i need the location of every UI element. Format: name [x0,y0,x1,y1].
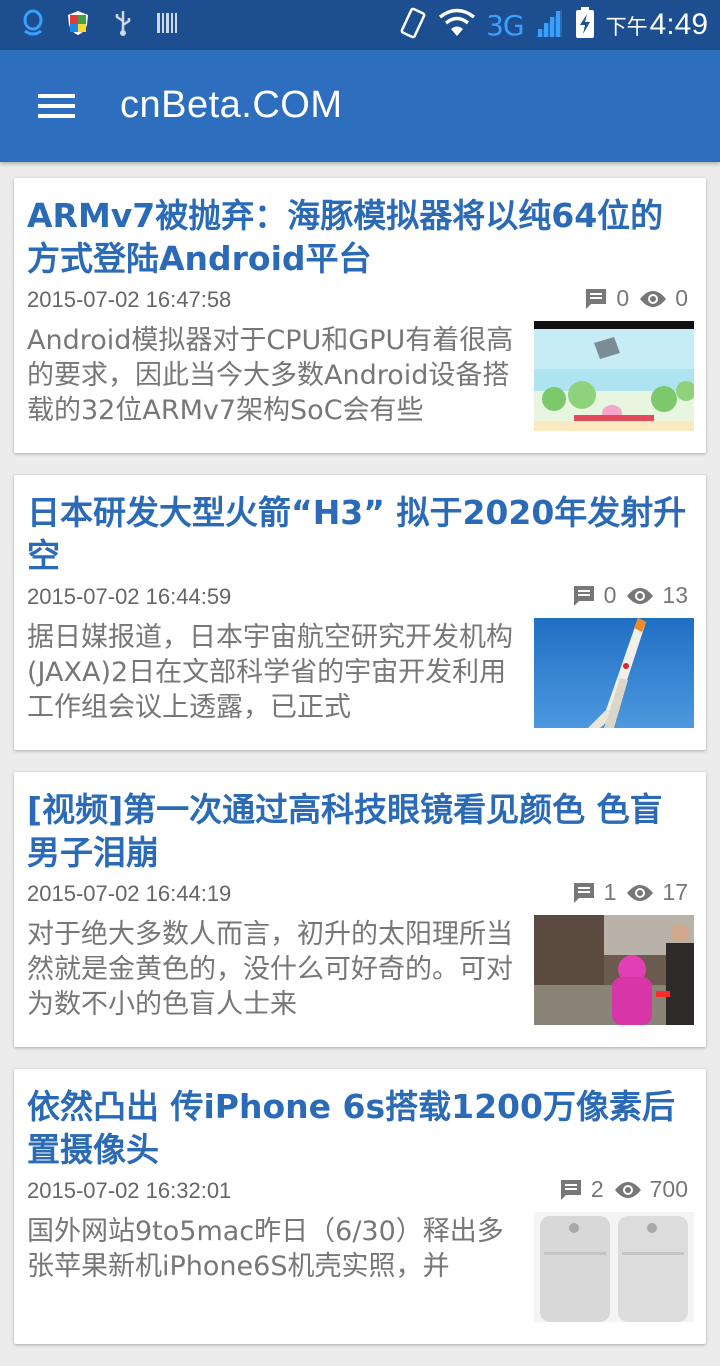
menu-button[interactable] [28,80,84,132]
network-type-label: 3G [486,8,525,42]
article-title[interactable]: 日本研发大型火箭“H3” 拟于2020年发射升空 [27,491,695,577]
status-bar: 3G 下午4:49 [0,0,720,50]
comment-count: 0 [616,285,630,311]
hamburger-line [38,114,75,118]
wifi-icon [438,8,476,42]
article-timestamp: 2015-07-02 16:44:19 [27,881,232,906]
signal-icon [534,7,564,43]
view-count: 0 [675,285,688,311]
shield-icon [66,9,90,41]
article-feed: ARMv7被抛弃：海豚模拟器将以纯64位的方式登陆Android平台 2015-… [14,178,706,1366]
eye-icon [627,884,654,901]
article-summary: 对于绝大多数人而言，初升的太阳理所当然就是金黄色的，没什么可好奇的。可对为数不小… [27,919,513,1020]
article-summary: 据日媒报道，日本宇宙航空研究开发机构(JAXA)2日在文部科学省的宇宙开发利用工… [27,622,513,723]
article-card[interactable]: 依然凸出 传iPhone 6s搭载1200万像素后置摄像头 2015-07-02… [14,1069,706,1344]
usb-icon [112,9,134,41]
article-stats: 0 0 [584,285,688,312]
status-clock: 下午4:49 [605,8,708,41]
battery-charging-icon [574,6,596,44]
article-card[interactable]: 日本研发大型火箭“H3” 拟于2020年发射升空 2015-07-02 16:4… [14,475,706,750]
article-thumbnail-people-photo[interactable] [534,915,694,1025]
article-thumbnail-iphone-case-photo[interactable] [534,1212,694,1322]
vibrate-icon [398,6,428,44]
hamburger-menu-icon [38,94,75,98]
comment-icon [586,288,607,309]
comment-icon [573,882,594,903]
article-summary: Android模拟器对于CPU和GPU有着很高的要求，因此当今大多数Androi… [27,325,514,426]
view-count: 13 [662,582,688,608]
article-timestamp: 2015-07-02 16:32:01 [27,1178,232,1203]
article-stats: 0 13 [572,582,688,609]
article-timestamp: 2015-07-02 16:47:58 [27,287,232,312]
article-stats: 2 700 [559,1176,688,1203]
article-title[interactable]: [视频]第一次通过高科技眼镜看见颜色 色盲男子泪崩 [27,788,695,874]
article-thumbnail-rocket-photo[interactable] [534,618,694,728]
article-timestamp: 2015-07-02 16:44:59 [27,584,232,609]
comment-icon [560,1179,581,1200]
view-count: 17 [662,879,688,905]
eye-icon [614,1181,641,1198]
app-bar: cnBeta.COM [0,50,720,162]
barcode-icon [156,9,178,41]
comment-icon [573,585,594,606]
comment-count: 2 [590,1176,604,1202]
qq-notification-icon [22,9,44,41]
comment-count: 1 [603,879,617,905]
article-summary: 国外网站9to5mac昨日（6/30）释出多张苹果新机iPhone6S机壳实照，… [27,1216,504,1282]
eye-icon [627,587,654,604]
app-title: cnBeta.COM [120,84,343,126]
hamburger-line [38,104,75,108]
view-count: 700 [649,1176,688,1202]
article-stats: 1 17 [572,879,688,906]
article-thumbnail-game-screenshot[interactable] [534,321,694,431]
comment-count: 0 [603,582,617,608]
article-card[interactable]: [视频]第一次通过高科技眼镜看见颜色 色盲男子泪崩 2015-07-02 16:… [14,772,706,1047]
eye-icon [640,290,667,307]
article-card[interactable]: ARMv7被抛弃：海豚模拟器将以纯64位的方式登陆Android平台 2015-… [14,178,706,453]
article-title[interactable]: ARMv7被抛弃：海豚模拟器将以纯64位的方式登陆Android平台 [27,194,695,280]
article-title[interactable]: 依然凸出 传iPhone 6s搭载1200万像素后置摄像头 [27,1085,695,1171]
